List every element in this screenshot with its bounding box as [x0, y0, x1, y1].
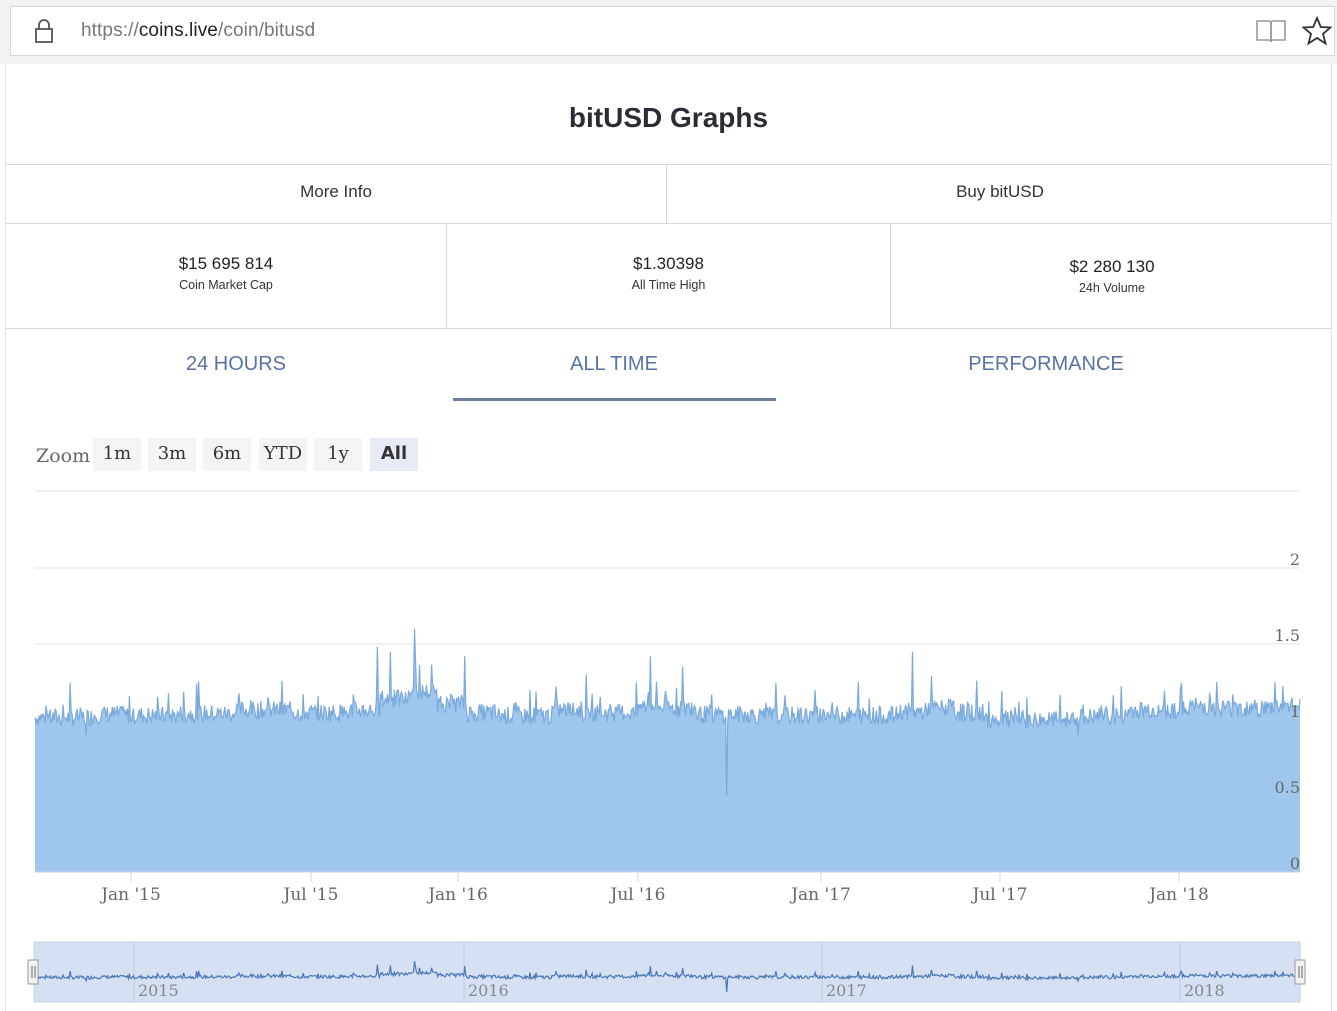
stat-label: Coin Market Cap [179, 278, 273, 292]
tab-all-time[interactable]: ALL TIME [514, 353, 714, 376]
lock-icon [35, 19, 53, 43]
stat-value: $2 280 130 [1069, 257, 1155, 276]
active-tab-indicator [453, 398, 776, 401]
stat-label: All Time High [631, 278, 706, 292]
tab-24-hours[interactable]: 24 HOURS [136, 353, 336, 376]
zoom-6m-button[interactable]: 6m [203, 438, 251, 471]
zoom-label: Zoom [36, 445, 91, 467]
url-field[interactable]: https://coins.live/coin/bitusd [10, 6, 1335, 56]
zoom-1y-button[interactable]: 1y [314, 438, 362, 471]
zoom-ytd-button[interactable]: YTD [259, 438, 307, 471]
stat-value: $15 695 814 [178, 254, 274, 273]
zoom-all-button[interactable]: All [370, 438, 418, 471]
more-info-button[interactable]: More Info [6, 165, 667, 223]
zoom-1m-button[interactable]: 1m [93, 438, 141, 471]
zoom-3m-button[interactable]: 3m [148, 438, 196, 471]
stat-label: 24h Volume [1078, 281, 1146, 295]
page-title: bitUSD Graphs [568, 102, 769, 133]
url-prefix: https:// [81, 20, 139, 41]
url-path: /coin/bitusd [217, 20, 316, 41]
url-host: coins.live [138, 20, 218, 41]
stat-all-time-high: $1.30398 All Time High [447, 224, 891, 328]
url-text[interactable]: https://coins.live/coin/bitusd [81, 20, 315, 42]
tab-performance[interactable]: PERFORMANCE [946, 353, 1146, 376]
action-buttons: More Info Buy bitUSD [6, 164, 1331, 224]
reader-view-icon[interactable] [1255, 18, 1287, 44]
star-icon[interactable] [1302, 16, 1332, 46]
stat-24h-volume: $2 280 130 24h Volume [891, 224, 1333, 328]
browser-address-bar: https://coins.live/coin/bitusd [0, 0, 1337, 64]
stat-market-cap: $15 695 814 Coin Market Cap [6, 224, 447, 328]
stats-row: $15 695 814 Coin Market Cap $1.30398 All… [6, 224, 1331, 329]
chart-tabs: 24 HOURS ALL TIME PERFORMANCE [6, 329, 1331, 404]
page-content: bitUSD Graphs More Info Buy bitUSD $15 6… [5, 64, 1332, 1011]
stat-value: $1.30398 [633, 254, 704, 273]
buy-bitusd-button[interactable]: Buy bitUSD [667, 165, 1333, 223]
